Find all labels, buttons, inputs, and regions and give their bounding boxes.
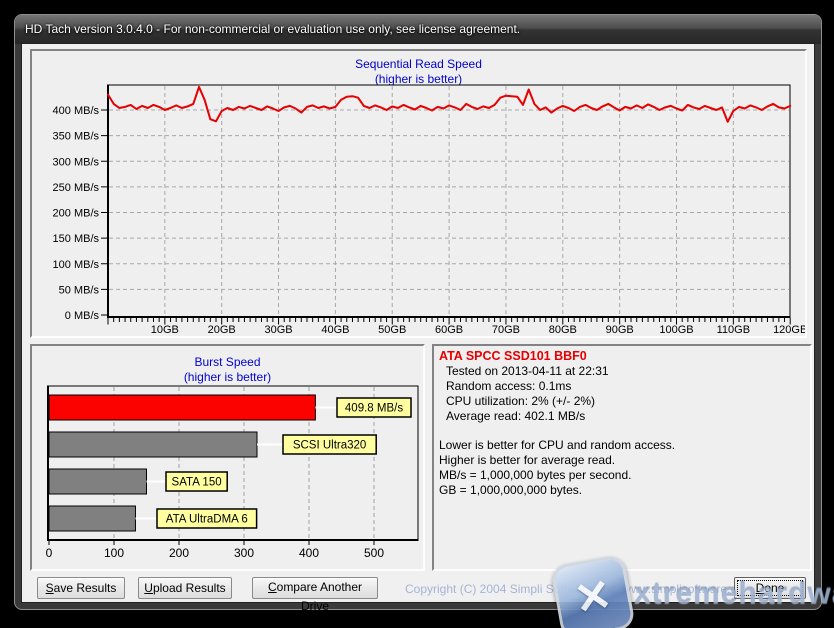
- text-line: Higher is better for average read.: [439, 453, 805, 468]
- text-line: Random access: 0.1ms: [446, 379, 805, 394]
- sequential-read-panel: Sequential Read Speed (higher is better)…: [30, 49, 807, 338]
- upload-label: pload Results: [153, 581, 226, 595]
- window-client-area: Sequential Read Speed (higher is better)…: [22, 44, 814, 602]
- text-line: MB/s = 1,000,000 bytes per second.: [439, 468, 805, 483]
- svg-text:20GB: 20GB: [208, 324, 236, 336]
- save-label: ave Results: [54, 581, 117, 595]
- save-mnemonic: S: [46, 581, 54, 595]
- burst-speed-chart: 0 100 200 300 400 500 409.8 MB/s SCSI Ultra320 S…: [32, 346, 423, 569]
- svg-text:400: 400: [299, 546, 319, 560]
- svg-text:100GB: 100GB: [659, 324, 693, 336]
- hdtach-window: HD Tach version 3.0.4.0 - For non-commer…: [14, 14, 822, 610]
- text-line: CPU utilization: 2% (+/- 2%): [446, 394, 805, 409]
- svg-text:350 MB/s: 350 MB/s: [53, 131, 100, 143]
- watermark-text: xtremehardware.com: [634, 577, 834, 611]
- x-cross-icon: ✕: [554, 558, 633, 628]
- compare-another-drive-button[interactable]: Compare Another Drive: [252, 577, 378, 599]
- window-title: HD Tach version 3.0.4.0 - For non-commer…: [25, 22, 520, 36]
- svg-text:10GB: 10GB: [151, 324, 179, 336]
- text-line: GB = 1,000,000,000 bytes.: [439, 483, 805, 498]
- svg-text:40GB: 40GB: [321, 324, 349, 336]
- svg-text:50 MB/s: 50 MB/s: [59, 284, 100, 296]
- text-line: Average read: 402.1 MB/s: [446, 409, 805, 424]
- svg-text:70GB: 70GB: [492, 324, 520, 336]
- svg-text:ATA UltraDMA 6: ATA UltraDMA 6: [166, 514, 248, 526]
- svg-text:300: 300: [234, 546, 254, 560]
- svg-text:100 MB/s: 100 MB/s: [53, 259, 100, 271]
- text-line: Tested on 2013-04-11 at 22:31: [446, 364, 805, 379]
- svg-text:0: 0: [46, 546, 53, 560]
- svg-text:30GB: 30GB: [264, 324, 292, 336]
- svg-text:409.8 MB/s: 409.8 MB/s: [345, 403, 403, 415]
- svg-text:100: 100: [104, 546, 124, 560]
- svg-text:SCSI Ultra320: SCSI Ultra320: [293, 440, 367, 452]
- xtremehardware-logo-icon: ✕: [550, 554, 636, 628]
- svg-text:150 MB/s: 150 MB/s: [53, 233, 100, 245]
- upload-mnemonic: U: [144, 581, 153, 595]
- svg-text:200: 200: [169, 546, 189, 560]
- drive-details: Tested on 2013-04-11 at 22:31Random acce…: [439, 364, 805, 424]
- desktop-background: { "window": { "title": "HD Tach version …: [0, 0, 834, 628]
- text-line: Lower is better for CPU and random acces…: [439, 438, 805, 453]
- upload-results-button[interactable]: Upload Results: [138, 577, 232, 599]
- svg-text:120GB: 120GB: [773, 324, 805, 336]
- drive-info-panel: ATA SPCC SSD101 BBF0 Tested on 2013-04-1…: [432, 344, 812, 571]
- window-titlebar[interactable]: HD Tach version 3.0.4.0 - For non-commer…: [15, 15, 821, 44]
- svg-text:300 MB/s: 300 MB/s: [53, 156, 100, 168]
- svg-text:400 MB/s: 400 MB/s: [53, 105, 100, 117]
- chart-notes: Lower is better for CPU and random acces…: [439, 438, 805, 498]
- svg-text:110GB: 110GB: [717, 324, 750, 336]
- svg-text:200 MB/s: 200 MB/s: [53, 208, 100, 220]
- compare-label: ompare Another Drive: [277, 580, 362, 613]
- svg-text:SATA 150: SATA 150: [172, 477, 222, 489]
- sequential-read-chart: 0 MB/s 50 MB/s 100 MB/s 150 MB/s 200 MB/s 250…: [32, 51, 805, 336]
- svg-text:90GB: 90GB: [606, 324, 634, 336]
- svg-text:60GB: 60GB: [435, 324, 463, 336]
- svg-text:0 MB/s: 0 MB/s: [65, 310, 100, 322]
- svg-text:500: 500: [364, 546, 384, 560]
- svg-text:80GB: 80GB: [549, 324, 577, 336]
- svg-text:50GB: 50GB: [378, 324, 406, 336]
- compare-mnemonic: C: [268, 580, 277, 594]
- save-results-button[interactable]: Save Results: [37, 577, 125, 599]
- burst-speed-panel: Burst Speed (higher is better) 010020030…: [30, 344, 425, 571]
- svg-text:250 MB/s: 250 MB/s: [53, 182, 100, 194]
- drive-name: ATA SPCC SSD101 BBF0: [439, 348, 805, 364]
